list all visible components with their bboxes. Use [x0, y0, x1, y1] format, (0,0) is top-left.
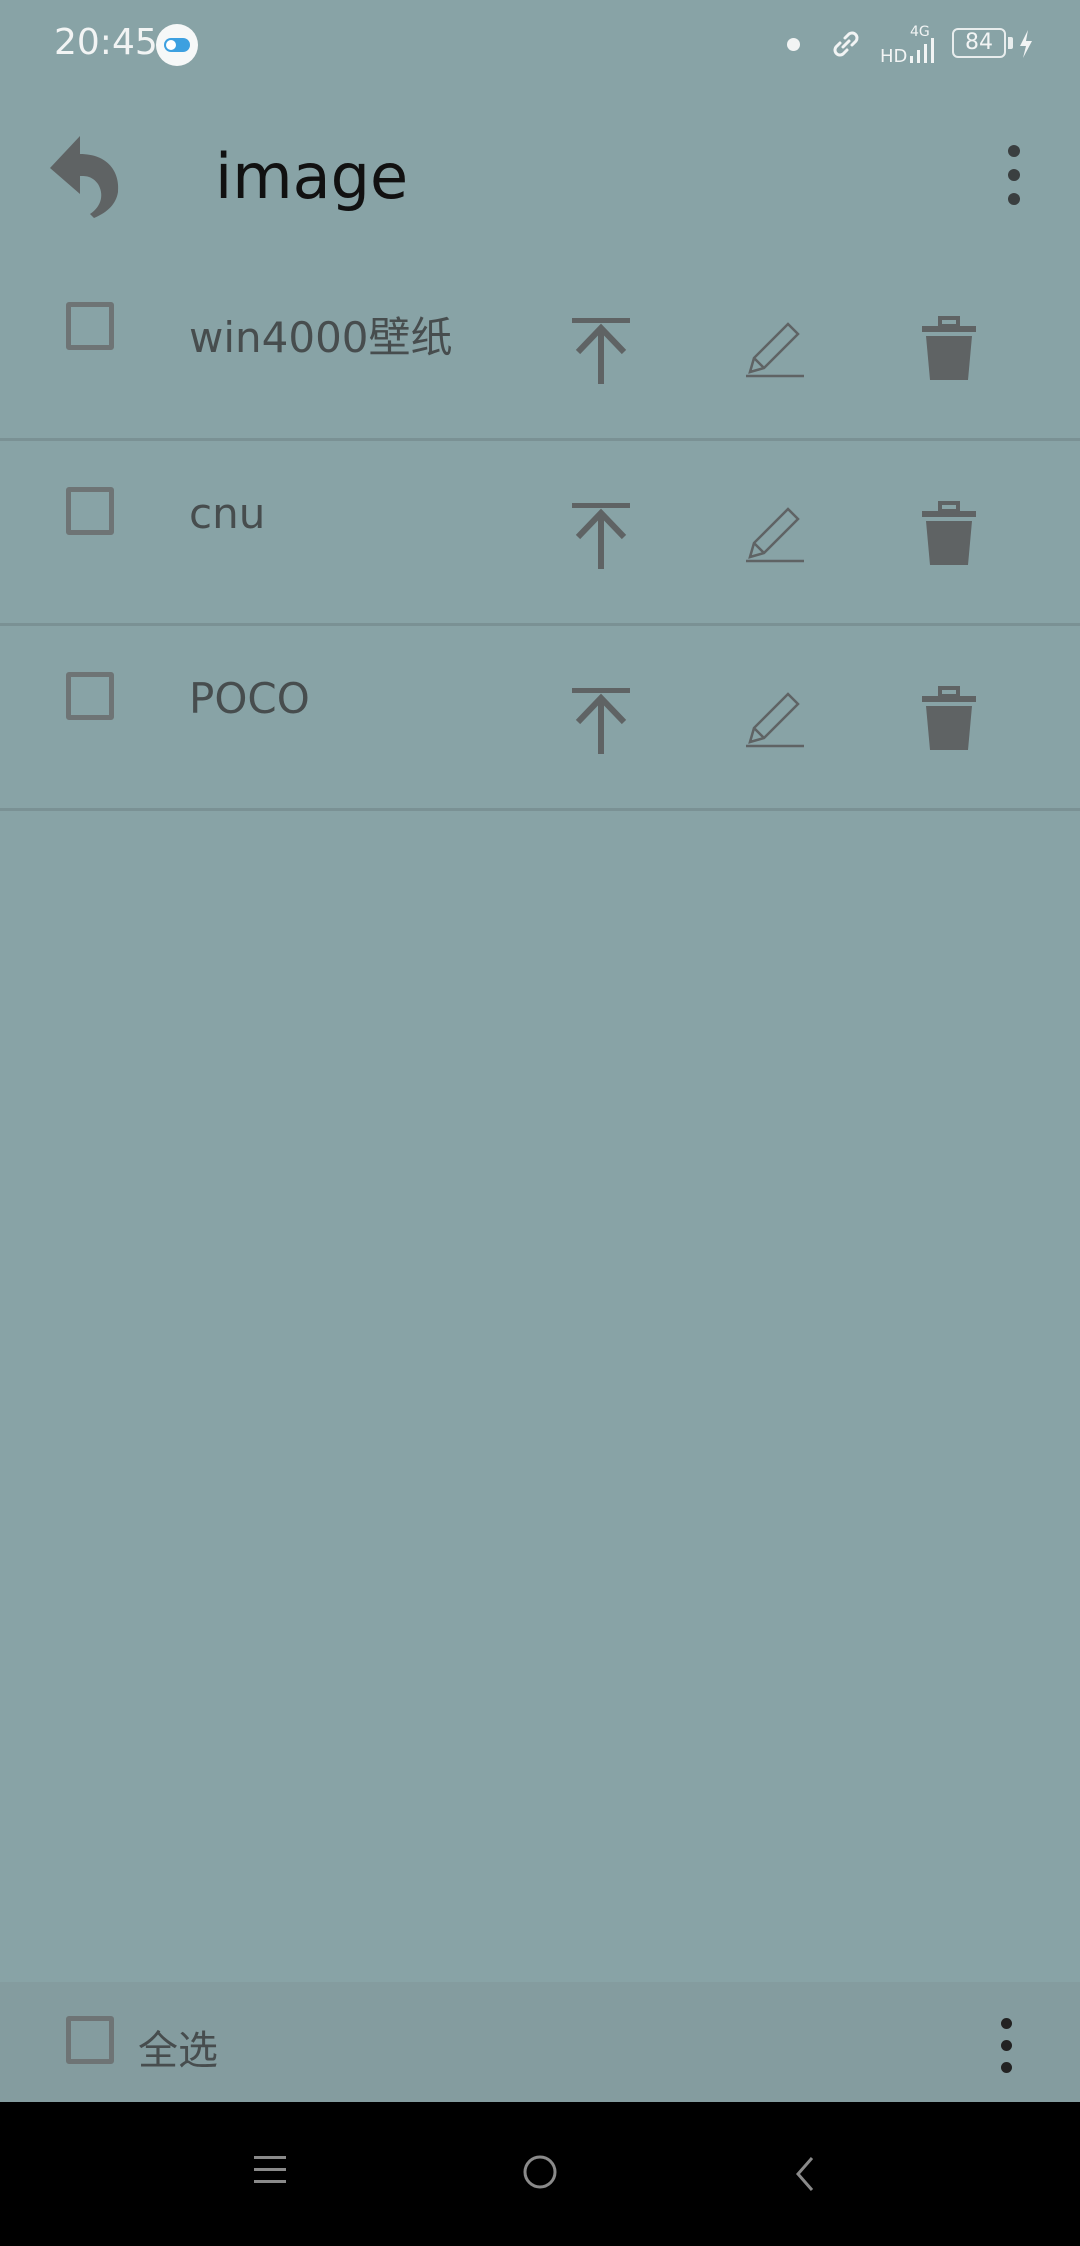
item-checkbox[interactable] — [66, 487, 114, 535]
list-item[interactable]: POCO — [0, 626, 1080, 811]
select-all-label[interactable]: 全选 — [138, 2018, 218, 2076]
trash-icon[interactable] — [918, 686, 980, 752]
item-checkbox[interactable] — [66, 302, 114, 350]
charging-icon — [1020, 30, 1032, 58]
signal-icon: 4G HD — [880, 24, 934, 66]
chevron-left-icon[interactable] — [790, 2154, 818, 2194]
upload-icon[interactable] — [566, 686, 636, 756]
trash-icon[interactable] — [918, 316, 980, 382]
battery-indicator: 84 — [952, 28, 1006, 58]
hd-indicator: HD — [880, 46, 907, 66]
folder-name: POCO — [189, 674, 310, 723]
more-vert-icon[interactable] — [990, 145, 1038, 217]
more-vert-icon[interactable] — [994, 2018, 1018, 2078]
list-item[interactable]: win4000壁纸 — [0, 256, 1080, 441]
upload-icon[interactable] — [566, 501, 636, 571]
network-type: 4G — [910, 24, 930, 40]
toggle-status-icon — [156, 24, 198, 66]
select-all-checkbox[interactable] — [66, 2016, 114, 2064]
item-checkbox[interactable] — [66, 672, 114, 720]
battery-tip — [1008, 37, 1013, 49]
pencil-icon[interactable] — [742, 688, 808, 750]
select-all-bar: 全选 — [0, 1982, 1080, 2102]
trash-icon[interactable] — [918, 501, 980, 567]
pencil-icon[interactable] — [742, 318, 808, 380]
page-title: image — [215, 140, 409, 213]
status-time: 20:45 — [54, 22, 158, 63]
circle-icon[interactable] — [520, 2152, 560, 2192]
notification-dot-icon — [787, 38, 800, 51]
back-arrow-icon[interactable] — [46, 130, 126, 220]
link-icon — [833, 31, 859, 57]
upload-icon[interactable] — [566, 316, 636, 386]
pencil-icon[interactable] — [742, 503, 808, 565]
folder-name: win4000壁纸 — [189, 313, 453, 362]
system-nav-bar — [0, 2102, 1080, 2246]
status-bar: 20:45 4G HD 84 — [0, 0, 1080, 90]
menu-lines-icon[interactable] — [252, 2150, 288, 2190]
folder-list: win4000壁纸 cnu POCO — [0, 256, 1080, 811]
folder-name: cnu — [189, 489, 266, 538]
list-item[interactable]: cnu — [0, 441, 1080, 626]
app-bar: image — [0, 90, 1080, 260]
